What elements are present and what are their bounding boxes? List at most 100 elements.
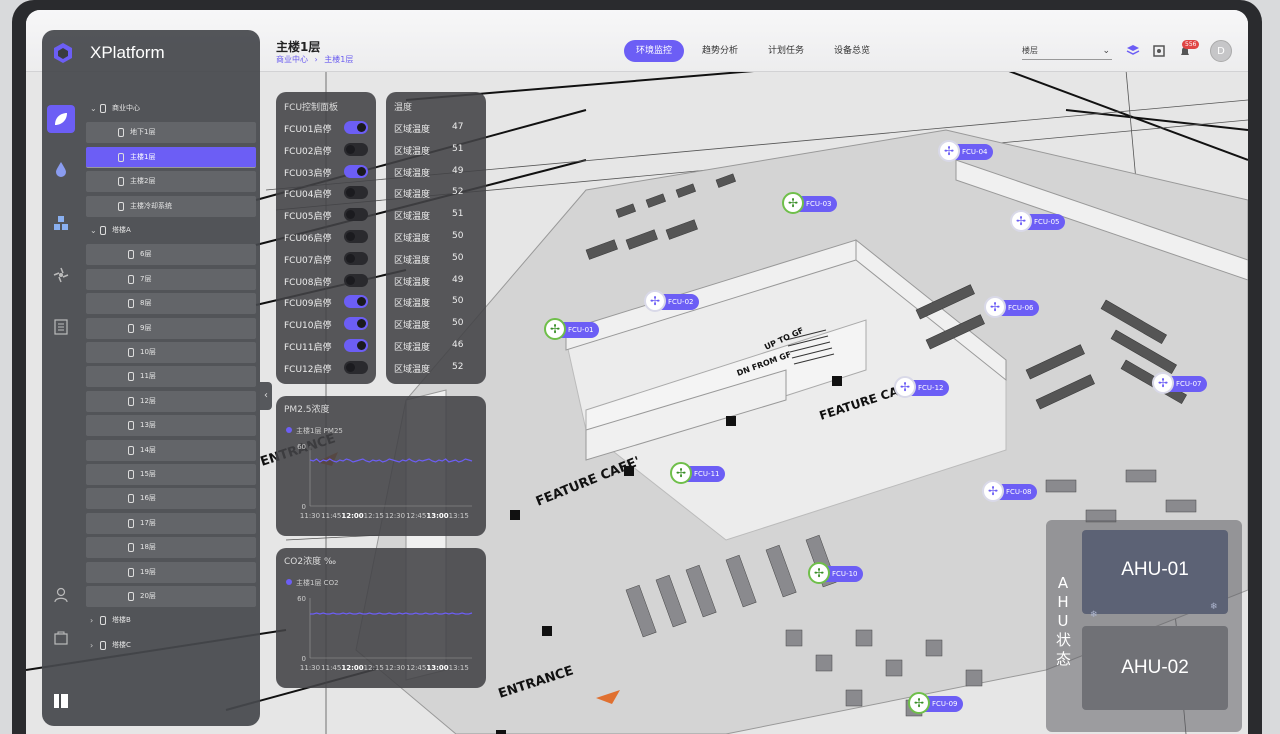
fcu-row-label: FCU10启停: [284, 321, 332, 332]
tab-devices[interactable]: 设备总览: [822, 40, 882, 62]
x-tick-label: 13:00: [426, 664, 448, 672]
temp-value: 50: [452, 296, 464, 307]
tree-item[interactable]: 地下1层: [86, 122, 256, 144]
scan-icon[interactable]: [1152, 44, 1166, 58]
ahu-02-card[interactable]: AHU-02: [1082, 626, 1228, 710]
bag-icon[interactable]: [52, 628, 70, 646]
user-icon[interactable]: [52, 586, 70, 604]
tree-item[interactable]: 16层: [86, 488, 256, 510]
cubes-icon[interactable]: [52, 214, 70, 232]
tree-item[interactable]: 8层: [86, 293, 256, 315]
fcu-marker[interactable]: ✢ FCU-05: [1010, 210, 1066, 232]
tree-item[interactable]: 11层: [86, 366, 256, 388]
temp-value: 46: [452, 340, 464, 350]
tree-item[interactable]: 10层: [86, 342, 256, 363]
fcu-marker[interactable]: ✢ FCU-12: [894, 376, 950, 398]
chevron-right-icon[interactable]: ›: [90, 635, 93, 656]
fcu-marker[interactable]: ✢ FCU-06: [984, 296, 1040, 318]
tree-item[interactable]: › 塔楼B: [86, 610, 256, 631]
fcu-row-label: FCU09启停: [284, 299, 332, 310]
fcu-toggle[interactable]: [344, 339, 368, 352]
fan-icon[interactable]: [52, 266, 70, 284]
fcu-row-label: FCU03启停: [284, 168, 332, 179]
tree-item-label: 12层: [140, 396, 156, 405]
fcu-marker-label: FCU-08: [1006, 488, 1032, 496]
tree-item-label: 8层: [140, 299, 152, 308]
fcu-marker[interactable]: ✢ FCU-07: [1152, 372, 1208, 394]
fcu-toggle[interactable]: [344, 230, 368, 243]
tree-item[interactable]: ⌄ 商业中心: [86, 98, 256, 119]
fcu-marker-label: FCU-07: [1176, 380, 1202, 388]
tree-item[interactable]: 主楼2层: [86, 171, 256, 193]
document-icon[interactable]: [52, 318, 70, 336]
tree-item[interactable]: › 塔楼C: [86, 635, 256, 656]
tree-item[interactable]: 12层: [86, 390, 256, 412]
fcu-marker[interactable]: ✢ FCU-10: [808, 562, 864, 584]
floor-icon: [128, 372, 134, 382]
floor-icon: [100, 640, 106, 650]
fcu-toggle[interactable]: [344, 317, 368, 331]
tab-environment[interactable]: 环境监控: [624, 40, 685, 62]
chevron-down-icon[interactable]: ⌄: [90, 98, 97, 119]
fcu-marker[interactable]: ✢ FCU-08: [982, 480, 1038, 502]
fcu-toggle[interactable]: [344, 295, 368, 309]
tree-item[interactable]: 18层: [86, 537, 256, 559]
fcu-marker[interactable]: ✢ FCU-02: [644, 290, 700, 312]
avatar[interactable]: D: [1210, 40, 1232, 62]
panel-toggle-icon[interactable]: [52, 692, 70, 710]
ahu-status-panel: AHU状态 AHU-01 ❄ ❄ ❄ AHU-02: [1046, 520, 1242, 732]
chevron-down-icon: ⌄: [1102, 46, 1110, 56]
floor-icon: [128, 421, 134, 431]
toggle-knob: [346, 275, 355, 285]
fcu-toggle[interactable]: [344, 186, 368, 200]
ahu-01-card[interactable]: AHU-01 ❄ ❄ ❄: [1082, 530, 1228, 637]
temp-row-label: 区域温度: [394, 343, 431, 353]
fcu-marker[interactable]: ✢ FCU-03: [782, 192, 838, 214]
fcu-toggle[interactable]: [344, 360, 368, 374]
temp-row-label: 区域温度: [394, 146, 431, 157]
floor-icon: [128, 250, 134, 260]
tab-schedule[interactable]: 计划任务: [756, 40, 816, 62]
tree-item[interactable]: 6层: [86, 244, 256, 266]
chevron-down-icon[interactable]: ⌄: [90, 220, 97, 241]
x-tick-label: 12:45: [406, 664, 426, 672]
fcu-marker[interactable]: ✢ FCU-11: [670, 462, 726, 484]
drop-icon[interactable]: [52, 160, 70, 178]
tree-item[interactable]: 14层: [86, 439, 256, 461]
tree-item[interactable]: 13层: [86, 415, 256, 437]
collapse-sidebar-button[interactable]: ‹: [260, 382, 272, 410]
layers-icon[interactable]: [1126, 44, 1140, 58]
temp-row-label: 区域温度: [394, 168, 431, 179]
floor-select[interactable]: 楼层 ⌄: [1022, 42, 1112, 60]
tree-item[interactable]: 7层: [86, 268, 256, 290]
tree-item[interactable]: 15层: [86, 464, 256, 485]
floor-icon: [118, 128, 124, 138]
fcu-toggle[interactable]: [344, 251, 368, 265]
chevron-right-icon[interactable]: ›: [90, 610, 93, 631]
tree-item[interactable]: 17层: [86, 512, 256, 534]
fcu-marker-label: FCU-04: [962, 148, 988, 156]
breadcrumb-item[interactable]: 商业中心: [276, 55, 308, 64]
fcu-toggle[interactable]: [344, 121, 368, 134]
fcu-marker[interactable]: ✢ FCU-09: [908, 692, 964, 714]
breadcrumb-item[interactable]: 主楼1层: [324, 55, 353, 64]
fcu-toggle[interactable]: [344, 273, 368, 287]
fcu-toggle[interactable]: [344, 142, 368, 156]
tree-item[interactable]: ⌄ 塔楼A: [86, 220, 256, 241]
tab-trend[interactable]: 趋势分析: [690, 40, 750, 62]
fcu-marker-label: FCU-03: [806, 200, 832, 208]
fcu-marker[interactable]: ✢ FCU-04: [938, 140, 994, 162]
x-tick-label: 12:00: [341, 664, 363, 672]
tree-item[interactable]: 9层: [86, 317, 256, 339]
tree-item[interactable]: 主楼1层: [86, 146, 256, 168]
leaf-icon[interactable]: [52, 110, 70, 128]
tree-item[interactable]: 20层: [86, 586, 256, 607]
fcu-toggle[interactable]: [344, 208, 368, 222]
tree-item[interactable]: 19层: [86, 561, 256, 583]
fcu-marker-label: FCU-02: [668, 298, 694, 306]
tree-item[interactable]: 主楼冷却系统: [86, 195, 256, 217]
fcu-row-label: FCU08启停: [284, 277, 332, 288]
tree-item-label: 11层: [140, 372, 156, 381]
fcu-toggle[interactable]: [344, 164, 368, 178]
fcu-marker[interactable]: ✢ FCU-01: [544, 318, 600, 340]
